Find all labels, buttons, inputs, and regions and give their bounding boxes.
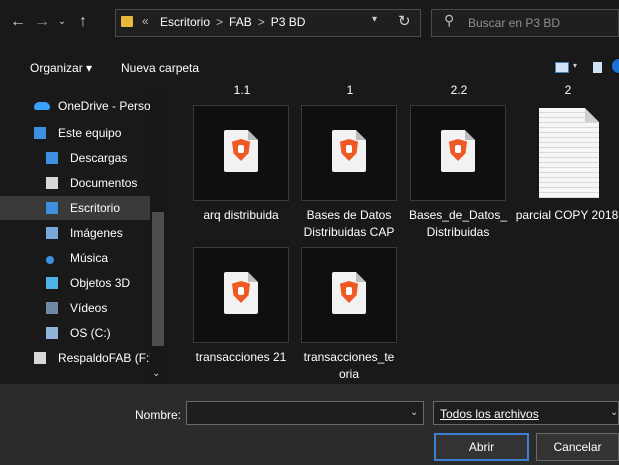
path-overflow-icon[interactable]: « (142, 14, 149, 28)
sidebar-item[interactable]: RespaldoFAB (F:) (0, 346, 154, 370)
sidebar-item[interactable]: OS (C:) (0, 321, 150, 345)
preview-pane-icon[interactable] (593, 62, 602, 73)
up-arrow-icon[interactable]: ↑ (74, 10, 92, 34)
sidebar-item-label: Escritorio (70, 201, 121, 215)
sidebar-item-label: OS (C:) (70, 326, 111, 340)
file-name[interactable]: transacciones_te oria (294, 349, 404, 383)
nav-scrollbar-thumb[interactable] (152, 212, 164, 346)
brave-logo-inner (346, 287, 352, 295)
view-dropdown-icon[interactable]: ▾ (573, 61, 577, 70)
search-placeholder: Buscar en P3 BD (468, 16, 561, 30)
sidebar-item-label: RespaldoFAB (F:) (58, 351, 154, 365)
sidebar-item[interactable]: Documentos (0, 171, 150, 195)
command-toolbar (0, 54, 619, 82)
file-name[interactable]: parcial COPY 2018 (512, 207, 619, 224)
sidebar-item[interactable]: Escritorio (0, 196, 150, 220)
drive-icon (46, 327, 58, 339)
back-arrow-icon[interactable]: ← (8, 10, 28, 34)
sidebar-item[interactable]: OneDrive - Person (0, 94, 157, 118)
item-caption: 1.1 (233, 83, 251, 97)
file-name[interactable]: arq distribuida (186, 207, 296, 224)
brave-logo-inner (238, 145, 244, 153)
sidebar-item[interactable]: Imágenes (0, 221, 150, 245)
brave-logo-inner (455, 145, 461, 153)
open-button[interactable]: Abrir (434, 433, 529, 461)
cloud-icon (34, 102, 50, 110)
item-caption: 2 (564, 83, 572, 97)
organize-button[interactable]: Organizar ▾ (30, 61, 92, 75)
brave-logo-inner (346, 145, 352, 153)
file-item[interactable] (301, 247, 397, 343)
breadcrumb-item[interactable]: P3 BD (271, 15, 306, 29)
file-type-value: Todos los archivos (440, 407, 539, 421)
brave-logo-icon (232, 281, 250, 303)
item-caption: 1 (346, 83, 354, 97)
file-item[interactable] (301, 105, 397, 201)
download-icon (46, 152, 58, 164)
brave-logo-icon (340, 139, 358, 161)
pdf-file-icon (332, 130, 366, 172)
sidebar-item[interactable]: Descargas (0, 146, 150, 170)
document-file-icon[interactable] (539, 108, 599, 198)
refresh-icon[interactable]: ↻ (398, 12, 411, 30)
breadcrumb: Escritorio > FAB > P3 BD (160, 15, 305, 29)
usb-drive-icon (34, 352, 46, 364)
breadcrumb-item[interactable]: Escritorio (160, 15, 210, 29)
pdf-file-icon (441, 130, 475, 172)
brave-logo-icon (340, 281, 358, 303)
sidebar-item[interactable]: Vídeos (0, 296, 150, 320)
pdf-file-icon (224, 130, 258, 172)
help-icon[interactable] (612, 59, 619, 73)
sidebar-item-label: Vídeos (70, 301, 108, 315)
computer-icon (34, 127, 46, 139)
sidebar-item-label: Este equipo (58, 126, 122, 140)
filename-dropdown-icon[interactable]: ⌄ (410, 407, 418, 418)
file-type-dropdown-icon[interactable]: ⌄ (610, 407, 618, 418)
file-name[interactable]: Bases_de_Datos_ Distribuidas (403, 207, 513, 241)
filename-label: Nombre: (134, 408, 181, 422)
new-folder-button[interactable]: Nueva carpeta (121, 61, 199, 75)
brave-logo-inner (238, 287, 244, 295)
brave-logo-icon (232, 139, 250, 161)
item-caption: 2.2 (450, 83, 468, 97)
sidebar-item-label: Objetos 3D (70, 276, 131, 290)
file-name[interactable]: Bases de Datos Distribuidas CAP (294, 207, 404, 241)
images-icon (46, 227, 58, 239)
scroll-down-chevron-icon[interactable]: ⌄ (152, 368, 160, 379)
breadcrumb-item[interactable]: FAB (229, 15, 252, 29)
sidebar-item[interactable]: Música (0, 246, 150, 270)
filename-input[interactable] (186, 401, 424, 425)
pdf-file-icon (332, 272, 366, 314)
folder-icon (121, 16, 133, 27)
file-name[interactable]: transacciones 21 (186, 349, 296, 366)
sidebar-item-label: Documentos (70, 176, 138, 190)
sidebar-item[interactable]: Objetos 3D (0, 271, 150, 295)
cube-icon (46, 277, 58, 289)
recent-locations-chevron-icon[interactable]: ⌄ (55, 10, 69, 34)
file-item[interactable] (193, 105, 289, 201)
music-icon (46, 256, 54, 264)
sidebar-item-label: Imágenes (70, 226, 123, 240)
search-icon: ⚲ (444, 12, 455, 28)
sidebar-item-label: Descargas (70, 151, 128, 165)
pdf-file-icon (224, 272, 258, 314)
videos-icon (46, 302, 58, 314)
forward-arrow-icon[interactable]: → (32, 10, 52, 34)
desktop-icon (46, 202, 58, 214)
sidebar-item[interactable]: Este equipo (0, 121, 150, 145)
breadcrumb-separator: > (216, 15, 224, 29)
sidebar-item-label: OneDrive - Person (58, 99, 158, 113)
brave-logo-icon (449, 139, 467, 161)
breadcrumb-separator: > (257, 15, 265, 29)
sidebar-item-label: Música (70, 251, 109, 265)
documents-icon (46, 177, 58, 189)
cancel-button[interactable]: Cancelar (536, 433, 619, 461)
view-options-icon[interactable] (555, 62, 569, 73)
file-item[interactable] (193, 247, 289, 343)
file-item[interactable] (410, 105, 506, 201)
address-dropdown-icon[interactable]: ▾ (372, 14, 377, 25)
